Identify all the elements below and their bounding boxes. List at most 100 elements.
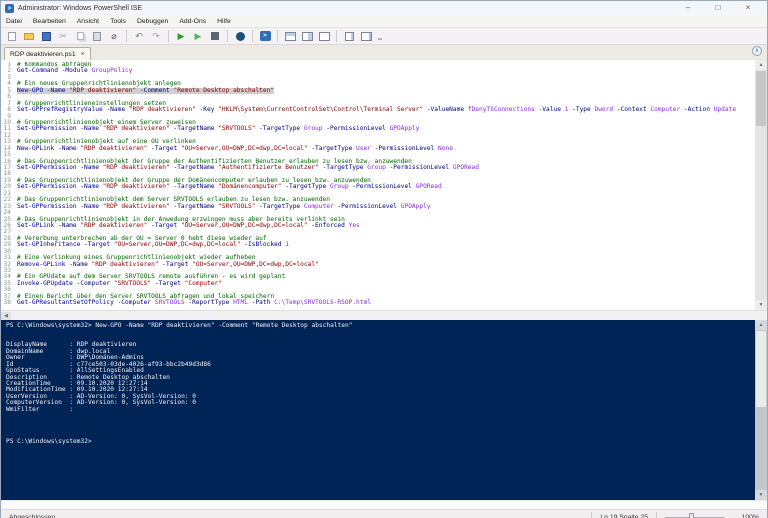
new-remote-powershell-tab-icon: [236, 32, 245, 41]
show-script-pane-top-icon[interactable]: [283, 29, 297, 43]
code-text: Set-GPPermission -Name "RDP deaktivieren…: [17, 126, 419, 132]
menu-item-debuggen[interactable]: Debuggen: [137, 18, 168, 25]
powershell-app-icon: >: [5, 4, 14, 13]
start-powershell-icon: >: [260, 31, 271, 41]
new-script-icon: [8, 32, 16, 41]
new-powershell-tab-icon: [345, 32, 354, 41]
tab-label: RDP deaktivieren.ps1: [10, 51, 76, 58]
minimize-button[interactable]: –: [673, 2, 703, 14]
undo-icon[interactable]: ↶: [132, 29, 146, 43]
tab-rdp-deaktivieren[interactable]: RDP deaktivieren.ps1 ×: [4, 47, 91, 60]
console-scroll-down-icon[interactable]: ▼: [755, 490, 767, 500]
start-powershell-icon[interactable]: >: [258, 29, 272, 43]
editor-scrollbar-thumb[interactable]: [756, 71, 766, 126]
clear-console-icon[interactable]: ⌀: [107, 29, 121, 43]
show-script-pane-top-icon: [285, 32, 296, 41]
code-text: Set-GPInheritance -Target "OU=Server,OU=…: [17, 242, 289, 248]
toolbar-separator: [252, 30, 253, 42]
cursor-position: Ln 19 Spalte 25: [600, 514, 648, 518]
tab-close-icon[interactable]: ×: [81, 51, 85, 58]
status-gap: [1, 500, 767, 509]
run-selection-icon[interactable]: ▶: [191, 29, 205, 43]
run-script-icon[interactable]: ▶: [174, 29, 188, 43]
line-number: 38: [1, 300, 17, 306]
toolbar-separator: [277, 30, 278, 42]
new-powershell-tab-icon[interactable]: [342, 29, 356, 43]
close-button[interactable]: ×: [733, 2, 763, 14]
toolbar-separator: [336, 30, 337, 42]
zoom-slider[interactable]: [665, 512, 725, 518]
status-separator: [656, 512, 657, 518]
zoom-level: 100%: [733, 514, 759, 518]
toolbar-separator: [168, 30, 169, 42]
status-text: Abgeschlossen: [9, 514, 591, 518]
stop-operation-icon: [211, 32, 219, 40]
script-editor-pane[interactable]: 1# Kommandos abfragen2Get-Command -Modul…: [1, 60, 767, 310]
new-script-icon[interactable]: [5, 29, 19, 43]
console-scroll-up-icon[interactable]: ▲: [755, 320, 767, 330]
scroll-down-icon[interactable]: ▼: [755, 300, 767, 310]
code-line: 38Get-GPResultantSetOfPolicy -Computer S…: [1, 300, 755, 306]
menu-bar: Datei Bearbeiten Ansicht Tools Debuggen Add-O…: [1, 15, 767, 28]
toolbar-separator: [126, 30, 127, 42]
title-bar: > Administrator: Windows PowerShell ISE …: [1, 1, 767, 15]
console-line: PS C:\Windows\system32>: [6, 439, 754, 445]
menu-item-tools[interactable]: Tools: [110, 18, 126, 25]
code-text: Invoke-GPUpdate -Computer "SRVTOOLS" -Ta…: [17, 281, 222, 287]
maximize-button[interactable]: □: [703, 2, 733, 14]
stop-operation-icon[interactable]: [208, 29, 222, 43]
paste-icon[interactable]: [90, 29, 104, 43]
scroll-left-icon[interactable]: ◀: [1, 312, 11, 320]
zoom-slider-thumb[interactable]: [689, 513, 694, 518]
redo-icon[interactable]: ↷: [149, 29, 163, 43]
code-text: Get-Command -Module GroupPolicy: [17, 68, 133, 74]
show-script-pane-maximized-icon: [319, 32, 330, 41]
tab-row: RDP deaktivieren.ps1 × ∧: [1, 45, 767, 60]
show-script-pane-right-icon[interactable]: [300, 29, 314, 43]
powershell-ise-window: > Administrator: Windows PowerShell ISE …: [0, 0, 768, 518]
show-script-pane-maximized-icon[interactable]: [317, 29, 331, 43]
code-line: 8Set-GPPrefRegistryValue -Name "RDP deak…: [1, 107, 755, 113]
window-title: Administrator: Windows PowerShell ISE: [18, 5, 673, 12]
menu-item-add-ons[interactable]: Add-Ons: [179, 18, 206, 25]
toolbar-separator: [227, 30, 228, 42]
scroll-up-icon[interactable]: ▲: [755, 60, 767, 70]
code-text: Remove-GPLink -Name "RDP deaktivieren" -…: [17, 262, 319, 268]
editor-vertical-scrollbar[interactable]: ▲ ▼: [755, 60, 767, 310]
toolbar-overflow-icon[interactable]: ‗: [378, 33, 382, 40]
status-separator: [591, 512, 592, 518]
editor-horizontal-scrollbar[interactable]: ◀: [1, 310, 767, 320]
save-icon: [42, 32, 51, 41]
paste-icon: [93, 32, 101, 41]
new-remote-powershell-tab-icon[interactable]: [233, 29, 247, 43]
code-text: Set-GPPermission -Name "RDP deaktivieren…: [17, 184, 442, 190]
show-command-window-icon: [361, 32, 372, 41]
code-text: Set-GPLink -Name "RDP deaktivieren" -Tar…: [17, 223, 360, 229]
open-script-icon[interactable]: [22, 29, 36, 43]
console-scrollbar-thumb[interactable]: [756, 331, 766, 407]
menu-item-ansicht[interactable]: Ansicht: [77, 18, 99, 25]
menu-item-hilfe[interactable]: Hilfe: [217, 18, 231, 25]
menu-item-bearbeiten[interactable]: Bearbeiten: [33, 18, 66, 25]
toolbar: ✂ ⌀ ↶↷ ▶▶ > ‗: [1, 28, 767, 45]
cut-icon[interactable]: ✂: [56, 29, 70, 43]
status-bar: Abgeschlossen Ln 19 Spalte 25 100%: [1, 509, 767, 518]
code-text: New-GPLink -Name "RDP deaktivieren" -Tar…: [17, 146, 453, 152]
code-text: Set-GPPermission -Name "RDP deaktivieren…: [17, 204, 431, 210]
menu-item-datei[interactable]: Datei: [6, 18, 22, 25]
show-command-window-icon[interactable]: [359, 29, 373, 43]
show-script-pane-right-icon: [302, 32, 313, 41]
code-text: Get-GPResultantSetOfPolicy -Computer SRV…: [17, 300, 371, 306]
script-code[interactable]: 1# Kommandos abfragen2Get-Command -Modul…: [1, 62, 755, 310]
selected-code-text: New-GPO -Name "RDP deaktivieren" -Commen…: [17, 88, 274, 94]
copy-icon[interactable]: [73, 29, 87, 43]
console-output[interactable]: PS C:\Windows\system32> New-GPO -Name "R…: [6, 323, 754, 445]
open-script-icon: [24, 33, 34, 40]
console-scrollbar[interactable]: ▲ ▼: [755, 320, 767, 500]
copy-icon: [77, 32, 84, 40]
code-text: Set-GPPrefRegistryValue -Name "RDP deakt…: [17, 107, 736, 113]
save-icon[interactable]: [39, 29, 53, 43]
collapse-script-pane-icon[interactable]: ∧: [752, 46, 762, 56]
code-text: Set-GPPermission -Name "RDP deaktivieren…: [17, 165, 479, 171]
powershell-console-pane[interactable]: PS C:\Windows\system32> New-GPO -Name "R…: [1, 320, 767, 500]
